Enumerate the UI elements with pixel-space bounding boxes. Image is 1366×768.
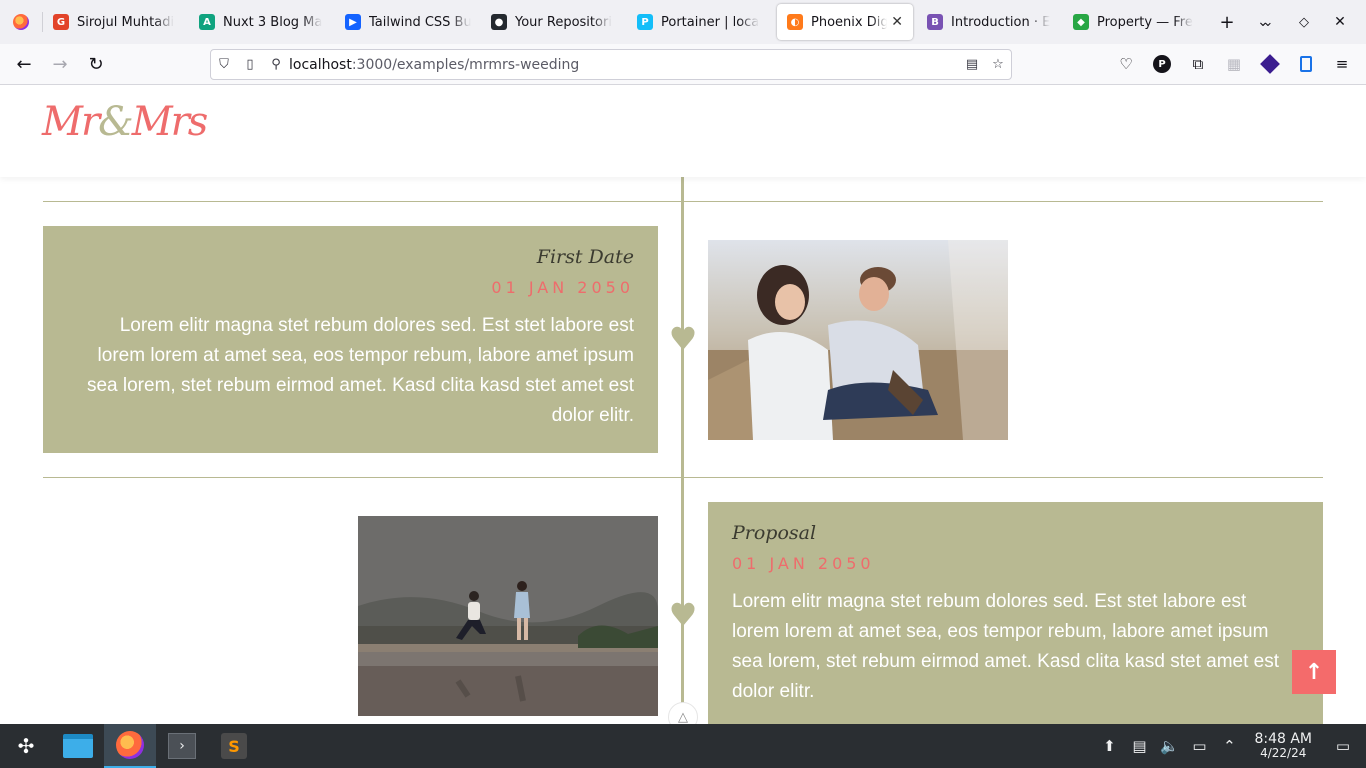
tab-title: Nuxt 3 Blog Ma	[223, 14, 323, 30]
browser-tab[interactable]: P Portainer | loca	[627, 4, 773, 40]
firefox-icon	[13, 14, 29, 30]
tab-bar: G Sirojul Muhtadi A Nuxt 3 Blog Ma ▶ Tailwind…	[0, 0, 1366, 44]
responsive-design-icon[interactable]	[1292, 50, 1320, 78]
new-tab-button[interactable]: +	[1209, 4, 1245, 40]
site-header: Mr&Mrs	[0, 85, 1366, 177]
tab-title: Property — Fre	[1097, 14, 1193, 30]
page-icon[interactable]: ▯	[237, 52, 263, 78]
tab-favicon-icon: ◆	[1073, 14, 1089, 30]
event-text: Lorem elitr magna stet rebum dolores sed…	[732, 591, 1280, 702]
reload-button[interactable]: ↻	[80, 48, 112, 80]
sublime-text-icon[interactable]: S	[208, 724, 260, 768]
extension-cube-icon[interactable]	[1256, 50, 1284, 78]
profile-extension-icon[interactable]: P	[1148, 50, 1176, 78]
clock-date: 4/22/24	[1260, 746, 1307, 760]
heart-icon: ♥	[668, 596, 698, 634]
event-text: Lorem elitr magna stet rebum dolores sed…	[86, 315, 634, 426]
tab-strip: G Sirojul Muhtadi A Nuxt 3 Blog Ma ▶ Tailwind…	[43, 4, 1209, 40]
terminal-icon[interactable]: ›	[156, 724, 208, 768]
site-logo[interactable]: Mr&Mrs	[42, 99, 209, 145]
volume-icon[interactable]: 🔈	[1154, 737, 1184, 755]
back-button[interactable]: ←	[8, 48, 40, 80]
heart-icon: ♥	[668, 320, 698, 358]
tab-title: Portainer | loca	[661, 14, 760, 30]
tab-title: Tailwind CSS Bu	[369, 14, 471, 30]
url-path: :3000/examples/mrmrs-weeding	[351, 56, 580, 73]
app-launcher-icon[interactable]: ✣	[0, 724, 52, 768]
web-page: Mr&Mrs First Date 01 JAN 2050 Lorem elit…	[0, 85, 1366, 724]
minimize-icon[interactable]: ⌄	[1250, 4, 1286, 40]
file-manager-icon[interactable]	[52, 724, 104, 768]
tab-title: Sirojul Muhtadi	[77, 14, 175, 30]
firefox-taskbar-icon[interactable]	[104, 724, 156, 768]
update-icon[interactable]: ⬆	[1094, 737, 1124, 755]
extensions-icon[interactable]: ⧉	[1184, 50, 1212, 78]
timeline-line	[681, 177, 684, 724]
url-bar[interactable]: ⛉ ▯ ⚲ localhost:3000/examples/mrmrs-weed…	[210, 49, 1012, 80]
tab-favicon-icon: A	[199, 14, 215, 30]
browser-tab[interactable]: ◐ Phoenix Digi ✕	[777, 4, 913, 40]
tab-favicon-icon: ●	[491, 14, 507, 30]
tab-title: Phoenix Digi	[811, 14, 888, 30]
pocket-icon[interactable]: ♡	[1112, 50, 1140, 78]
url-host: localhost	[289, 56, 352, 73]
browser-tab[interactable]: G Sirojul Muhtadi	[43, 4, 189, 40]
extension-grid-icon[interactable]: ▦	[1220, 50, 1248, 78]
event-title: Proposal	[732, 522, 817, 544]
browser-tab[interactable]: ● Your Repositori	[481, 4, 627, 40]
proposal-photo	[358, 516, 658, 716]
forward-button[interactable]: →	[44, 48, 76, 80]
tab-favicon-icon: P	[637, 14, 653, 30]
maximize-icon[interactable]: ◇	[1286, 4, 1322, 40]
tab-favicon-icon: G	[53, 14, 69, 30]
clock-time: 8:48 AM	[1254, 731, 1312, 747]
logo-mrs: Mrs	[131, 99, 209, 145]
close-tab-icon[interactable]: ✕	[887, 14, 903, 30]
browser-tab[interactable]: ◆ Property — Fre	[1063, 4, 1209, 40]
divider	[43, 201, 1323, 202]
tab-title: Your Repositori	[515, 14, 612, 30]
window-controls: ⌄ ◇ ✕	[1250, 4, 1358, 40]
reader-view-icon[interactable]: ▤	[959, 52, 985, 78]
browser-tab[interactable]: A Nuxt 3 Blog Ma	[189, 4, 335, 40]
show-desktop-icon[interactable]: ▭	[1328, 737, 1358, 755]
browser-tab[interactable]: B Introduction · E	[917, 4, 1063, 40]
timeline-card-proposal: Proposal 01 JAN 2050 Lorem elitr magna s…	[708, 502, 1323, 724]
event-date: 01 JAN 2050	[491, 278, 634, 297]
tab-favicon-icon: ◐	[787, 14, 803, 30]
os-taskbar: ✣ › S ⬆ ▤ 🔈 ▭ ⌃ 8:48 AM 4/22/24 ▭	[0, 724, 1366, 768]
permissions-icon[interactable]: ⚲	[263, 52, 289, 78]
shield-icon[interactable]: ⛉	[211, 52, 237, 78]
clipboard-icon[interactable]: ▤	[1124, 737, 1154, 755]
nuxt-devtools-icon[interactable]: △	[668, 702, 698, 724]
menu-hamburger-icon[interactable]: ≡	[1328, 50, 1356, 78]
divider	[43, 477, 1323, 478]
firefox-view-button[interactable]	[0, 0, 42, 44]
logo-ampersand: &	[98, 99, 134, 145]
logo-mr: Mr	[42, 99, 100, 145]
tab-title: Introduction · E	[951, 14, 1051, 30]
timeline-card-first-date: First Date 01 JAN 2050 Lorem elitr magna…	[43, 226, 658, 453]
system-tray: ⬆ ▤ 🔈 ▭ ⌃ 8:48 AM 4/22/24 ▭	[1094, 724, 1366, 768]
back-to-top-button[interactable]: ↑	[1292, 650, 1336, 694]
network-icon[interactable]: ▭	[1184, 737, 1214, 755]
close-window-icon[interactable]: ✕	[1322, 4, 1358, 40]
tab-favicon-icon: B	[927, 14, 943, 30]
navigation-toolbar: ← → ↻ ⛉ ▯ ⚲ localhost:3000/examples/mrmr…	[0, 44, 1366, 85]
arrow-up-icon: ↑	[1304, 659, 1324, 685]
couple-photo	[708, 240, 1008, 440]
tab-favicon-icon: ▶	[345, 14, 361, 30]
bookmark-star-icon[interactable]: ☆	[985, 52, 1011, 78]
browser-tab[interactable]: ▶ Tailwind CSS Bu	[335, 4, 481, 40]
event-date: 01 JAN 2050	[732, 554, 875, 573]
tray-expand-icon[interactable]: ⌃	[1214, 737, 1244, 755]
clock[interactable]: 8:48 AM 4/22/24	[1254, 732, 1312, 760]
event-title: First Date	[536, 246, 634, 268]
